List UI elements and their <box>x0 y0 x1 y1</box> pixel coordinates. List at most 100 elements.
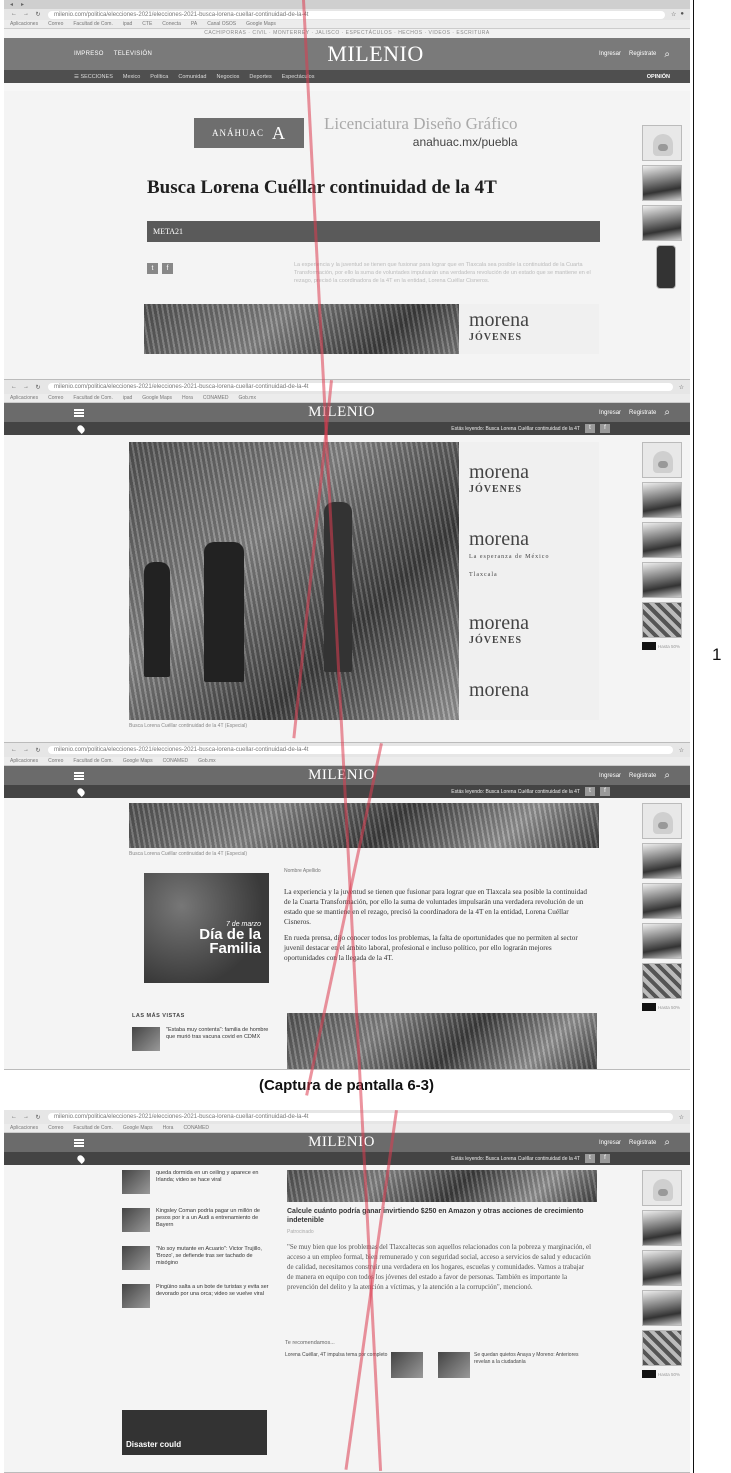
bookmark-item[interactable]: Correo <box>48 395 63 401</box>
bookmark-item[interactable]: Hora <box>182 395 193 401</box>
bookmark-item[interactable]: Canal OSOS <box>207 21 236 27</box>
bookmark-item[interactable]: CONAMED <box>203 395 229 401</box>
bookmark-item[interactable]: Gob.mx <box>238 395 256 401</box>
reload-icon[interactable]: ↻ <box>34 747 42 754</box>
sections-menu[interactable]: ☰ SECCIONES <box>74 74 113 80</box>
boot-ad[interactable] <box>642 165 682 201</box>
bookmark-item[interactable]: ipad <box>123 21 132 27</box>
location-pin-icon[interactable] <box>76 786 86 797</box>
section-link[interactable]: Mexico <box>123 74 140 80</box>
twitter-icon[interactable]: t <box>585 1154 595 1163</box>
most-viewed-item[interactable]: "Estaba muy contenta": familia de hombre… <box>132 1027 272 1051</box>
star-icon[interactable]: ☆ <box>679 384 684 391</box>
back-arrow-icon[interactable]: ← <box>10 747 18 754</box>
ad-rail[interactable]: Hasta 50% <box>642 1170 686 1378</box>
section-link[interactable]: Espectáculos <box>282 74 315 80</box>
back-arrow-icon[interactable]: ← <box>10 384 18 391</box>
back-arrow-icon[interactable]: ← <box>10 11 18 18</box>
forward-arrow-icon[interactable]: → <box>22 11 30 18</box>
tiles-ad[interactable] <box>642 1330 682 1366</box>
bookmark-item[interactable]: Facultad de Com. <box>73 21 112 27</box>
video-promo[interactable]: Disaster could <box>122 1410 267 1455</box>
register-link[interactable]: Registrate <box>629 410 656 416</box>
reload-icon[interactable]: ↻ <box>34 1114 42 1121</box>
robot-toy-ad[interactable] <box>642 1170 682 1206</box>
login-link[interactable]: Ingresar <box>599 410 621 416</box>
bookmark-item[interactable]: CTE <box>142 21 152 27</box>
most-viewed-item[interactable]: Kingsley Coman podría pagar un millón de… <box>122 1208 272 1232</box>
bookmark-item[interactable]: Facultad de Com. <box>73 395 112 401</box>
extension-icon[interactable]: ● <box>680 11 684 18</box>
tiles-ad[interactable] <box>642 602 682 638</box>
article-tag[interactable]: META21 <box>147 221 600 242</box>
section-link[interactable]: Deportes <box>249 74 271 80</box>
recommended-item[interactable]: Se quedan quietos Anaya y Moreno: Anteri… <box>438 1352 583 1378</box>
reload-icon[interactable]: ↻ <box>34 11 42 18</box>
ad-rail[interactable]: Hasta 50% <box>642 803 686 1011</box>
section-link[interactable]: Comunidad <box>178 74 206 80</box>
forward-arrow-icon[interactable]: → <box>22 1114 30 1121</box>
section-link[interactable]: Negocios <box>216 74 239 80</box>
bookmark-item[interactable]: Aplicaciones <box>10 21 38 27</box>
robot-toy-ad[interactable] <box>642 442 682 478</box>
bookmark-item[interactable]: Aplicaciones <box>10 758 38 764</box>
bookmark-item[interactable]: Hora <box>163 1125 174 1131</box>
boot-ad[interactable] <box>642 205 682 241</box>
search-icon[interactable]: ⌕ <box>664 49 670 60</box>
twitter-icon[interactable]: t <box>585 424 595 433</box>
shoe-ad[interactable] <box>642 562 682 598</box>
bookmark-item[interactable]: Correo <box>48 758 63 764</box>
location-pin-icon[interactable] <box>76 1153 86 1164</box>
ad-rail[interactable]: Hasta 50% <box>642 442 686 650</box>
hamburger-menu-icon[interactable] <box>74 771 84 780</box>
bookmark-item[interactable]: Correo <box>48 21 63 27</box>
boot-ad[interactable] <box>642 482 682 518</box>
most-viewed-item[interactable]: "No soy mutante en Acuario": Victor Truj… <box>122 1246 272 1270</box>
facebook-icon[interactable]: f <box>600 424 610 433</box>
facebook-icon[interactable]: f <box>600 787 610 796</box>
phone-ad[interactable] <box>656 245 676 289</box>
television-link[interactable]: TELEVISIÓN <box>114 51 152 57</box>
star-icon[interactable]: ☆ <box>679 1114 684 1121</box>
shoe-ad[interactable] <box>642 522 682 558</box>
register-link[interactable]: Registrate <box>629 1140 656 1146</box>
bookmark-item[interactable]: Google Maps <box>246 21 276 27</box>
boot-ad[interactable] <box>642 1210 682 1246</box>
back-arrow-icon[interactable]: ← <box>10 1114 18 1121</box>
partner-photo[interactable] <box>287 1170 597 1202</box>
login-link[interactable]: Ingresar <box>599 773 621 779</box>
forward-arrow-icon[interactable]: → <box>22 747 30 754</box>
search-icon[interactable]: ⌕ <box>664 407 670 418</box>
star-icon[interactable]: ☆ <box>671 11 676 18</box>
hamburger-menu-icon[interactable] <box>74 1138 84 1147</box>
most-viewed-item[interactable]: queda dormida en un ceiling y aparece en… <box>122 1170 272 1194</box>
address-bar[interactable]: milenio.com/politica/elecciones-2021/ele… <box>48 383 673 391</box>
twitter-icon[interactable]: t <box>147 263 158 274</box>
location-pin-icon[interactable] <box>76 423 86 434</box>
boot-ad[interactable] <box>642 843 682 879</box>
most-viewed-item[interactable]: Pingüino salta a un bote de turistas y e… <box>122 1284 272 1308</box>
shoe-ad[interactable] <box>642 883 682 919</box>
bookmark-item[interactable]: CONAMED <box>163 758 189 764</box>
robot-toy-ad[interactable] <box>642 125 682 161</box>
milenio-logo[interactable]: MILENIO <box>308 404 375 421</box>
reload-icon[interactable]: ↻ <box>34 384 42 391</box>
facebook-icon[interactable]: f <box>600 1154 610 1163</box>
ad-rail[interactable] <box>642 125 686 289</box>
search-icon[interactable]: ⌕ <box>664 770 670 781</box>
search-icon[interactable]: ⌕ <box>664 1137 670 1148</box>
section-link[interactable]: Política <box>150 74 168 80</box>
sponsored-title[interactable]: Calcule cuánto podría ganar invirtiendo … <box>287 1207 587 1225</box>
register-link[interactable]: Registrate <box>629 773 656 779</box>
family-day-promo[interactable]: 7 de marzo Día de la Familia <box>144 873 269 983</box>
address-bar[interactable]: milenio.com/politica/elecciones-2021/ele… <box>48 10 665 19</box>
milenio-logo[interactable]: MILENIO <box>327 41 423 67</box>
register-link[interactable]: Registrate <box>629 51 656 57</box>
twitter-icon[interactable]: t <box>585 787 595 796</box>
bookmark-item[interactable]: Google Maps <box>123 1125 153 1131</box>
login-link[interactable]: Ingresar <box>599 51 621 57</box>
hamburger-menu-icon[interactable] <box>74 408 84 417</box>
bookmark-item[interactable]: Aplicaciones <box>10 1125 38 1131</box>
sponsored-card[interactable]: Calcule cuánto podría ganar invirtiendo … <box>287 1207 587 1235</box>
bookmark-item[interactable]: Facultad de Com. <box>73 758 112 764</box>
